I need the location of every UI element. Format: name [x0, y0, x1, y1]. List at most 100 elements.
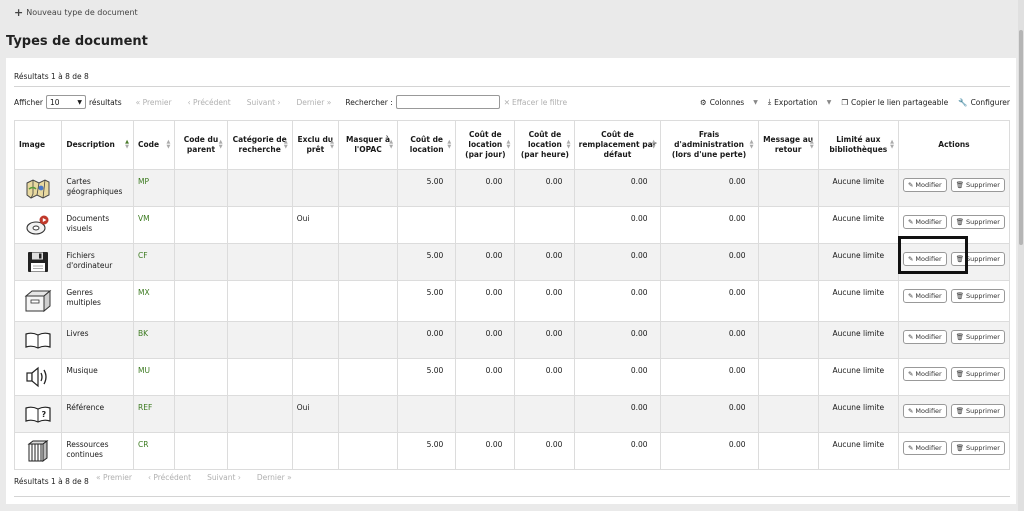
clear-filter-button[interactable]: ✕ Effacer le filtre	[504, 98, 567, 107]
next-page-button[interactable]: Suivant ›	[207, 473, 241, 482]
row-actions: ✎ Modifier 🗑 Supprimer	[897, 358, 1011, 396]
row-processing: 0.00	[659, 395, 759, 433]
delete-button[interactable]: 🗑 Supprimer	[950, 178, 1005, 192]
map-icon	[26, 179, 50, 199]
delete-label: Supprimer	[965, 255, 1000, 263]
export-button[interactable]: ⤓ Exportation ▼	[768, 97, 831, 107]
table-header-row: Image Description ▲ ▼ Code ▲ ▼ Code du paren…	[13, 120, 1011, 170]
edit-label: Modifier	[915, 407, 942, 415]
column-checkin-message[interactable]: Message au retour ▲ ▼	[757, 120, 819, 170]
row-code: REF	[133, 395, 176, 433]
trash-icon: 🗑	[955, 407, 964, 415]
row-rental-day: 0.00	[455, 243, 516, 281]
last-page-button[interactable]: Dernier »	[296, 98, 331, 107]
results-label: résultats	[88, 97, 122, 107]
column-processing-fee[interactable]: Frais d'administration (lors d'une perte…	[659, 120, 759, 170]
delete-label: Supprimer	[965, 181, 1000, 189]
row-category	[226, 432, 293, 470]
delete-button[interactable]: 🗑 Supprimer	[950, 330, 1005, 344]
edit-button[interactable]: ✎ Modifier	[902, 367, 947, 381]
next-page-button[interactable]: Suivant ›	[247, 98, 281, 107]
trash-icon: 🗑	[955, 218, 964, 226]
first-page-button[interactable]: « Premier	[96, 473, 132, 482]
sort-icon: ▲ ▼	[389, 139, 394, 150]
delete-label: Supprimer	[965, 370, 1000, 378]
copy-link-button[interactable]: ❐ Copier le lien partageable	[841, 98, 948, 107]
highlight-box	[898, 236, 968, 274]
divider-bottom	[14, 496, 1010, 497]
edit-button[interactable]: ✎ Modifier	[902, 178, 947, 192]
row-excluded: Oui	[291, 206, 339, 244]
row-replacement: 0.00	[574, 280, 661, 322]
delete-button[interactable]: 🗑 Supprimer	[950, 367, 1005, 381]
row-excluded	[291, 432, 339, 470]
columns-button[interactable]: ⚙ Colonnes ▼	[700, 98, 758, 107]
column-hourly-rental-charge[interactable]: Coût de location (par heure) ▲ ▼	[514, 120, 576, 170]
table-row: Documents visuels VM Oui 0.00 0.00 Aucun…	[13, 206, 1011, 244]
edit-button[interactable]: ✎ Modifier	[902, 289, 947, 303]
edit-button[interactable]: ✎ Modifier	[902, 215, 947, 229]
row-rental-hour	[514, 206, 576, 244]
row-parent	[174, 358, 228, 396]
delete-button[interactable]: 🗑 Supprimer	[950, 215, 1005, 229]
row-replacement: 0.00	[574, 243, 661, 281]
row-parent	[174, 432, 228, 470]
last-page-button[interactable]: Dernier »	[257, 473, 292, 482]
delete-button[interactable]: 🗑 Supprimer	[950, 441, 1005, 455]
column-hide-opac[interactable]: Masquer à l'OPAC ▲ ▼	[337, 120, 399, 170]
row-limit: Aucune limite	[817, 395, 899, 433]
row-limit: Aucune limite	[817, 358, 899, 396]
delete-label: Supprimer	[965, 333, 1000, 341]
row-actions: ✎ Modifier 🗑 Supprimer	[897, 280, 1011, 322]
column-replacement-cost[interactable]: Coût de remplacement par défaut ▲ ▼	[574, 120, 661, 170]
row-description: Référence	[61, 395, 135, 433]
trash-icon: 🗑	[955, 370, 964, 378]
row-rental-hour: 0.00	[514, 321, 576, 359]
row-image-cell	[13, 169, 63, 207]
row-rental: 0.00	[397, 321, 457, 359]
page-scroll-thumb[interactable]	[1019, 30, 1023, 245]
previous-page-button[interactable]: ‹ Précédent	[148, 473, 191, 482]
column-rental-charge[interactable]: Coût de location ▲ ▼	[397, 120, 457, 170]
row-replacement: 0.00	[574, 358, 661, 396]
row-processing: 0.00	[659, 358, 759, 396]
configure-label: Configurer	[970, 97, 1010, 107]
sort-icon: ▲ ▼	[809, 139, 814, 150]
edit-button[interactable]: ✎ Modifier	[902, 404, 947, 418]
column-description[interactable]: Description ▲ ▼	[61, 120, 135, 170]
column-library-limits-label: Limité aux bibliothèques	[829, 135, 888, 154]
edit-label: Modifier	[915, 292, 942, 300]
row-hide-opac	[337, 321, 399, 359]
delete-button[interactable]: 🗑 Supprimer	[950, 289, 1005, 303]
edit-label: Modifier	[915, 370, 942, 378]
previous-page-button[interactable]: ‹ Précédent	[188, 98, 231, 107]
edit-button[interactable]: ✎ Modifier	[902, 441, 947, 455]
search-input[interactable]	[395, 95, 500, 109]
table-row: Musique MU 5.00 0.00 0.00 0.00 0.00 Aucu…	[13, 358, 1011, 396]
row-rental-day: 0.00	[455, 280, 516, 322]
row-hide-opac	[337, 243, 399, 281]
column-library-limits[interactable]: Limité aux bibliothèques ▲ ▼	[817, 120, 899, 170]
row-limit: Aucune limite	[817, 206, 899, 244]
delete-button[interactable]: 🗑 Supprimer	[950, 404, 1005, 418]
column-search-category[interactable]: Catégorie de recherche ▲ ▼	[226, 120, 293, 170]
configure-button[interactable]: 🔧 Configurer	[958, 98, 1010, 107]
row-replacement: 0.00	[574, 206, 661, 244]
page-size-select[interactable]: 10 ▼	[45, 95, 86, 109]
column-image[interactable]: Image	[13, 120, 63, 170]
column-search-category-label: Catégorie de recherche	[232, 135, 287, 154]
new-item-type-button[interactable]: + Nouveau type de document	[14, 7, 138, 18]
row-category	[226, 243, 293, 281]
table-row: ? Référence REF Oui 0.00 0.00 Aucune lim…	[13, 395, 1011, 433]
first-page-button[interactable]: « Premier	[136, 98, 172, 107]
row-message	[757, 432, 819, 470]
row-parent	[174, 243, 228, 281]
column-daily-rental-charge[interactable]: Coût de location (par jour) ▲ ▼	[455, 120, 516, 170]
edit-button[interactable]: ✎ Modifier	[902, 330, 947, 344]
column-parent-code[interactable]: Code du parent ▲ ▼	[174, 120, 228, 170]
column-code[interactable]: Code ▲ ▼	[133, 120, 176, 170]
row-limit: Aucune limite	[817, 243, 899, 281]
trash-icon: 🗑	[955, 444, 964, 452]
row-hide-opac	[337, 280, 399, 322]
column-not-for-loan[interactable]: Exclu du prêt ▲ ▼	[291, 120, 339, 170]
